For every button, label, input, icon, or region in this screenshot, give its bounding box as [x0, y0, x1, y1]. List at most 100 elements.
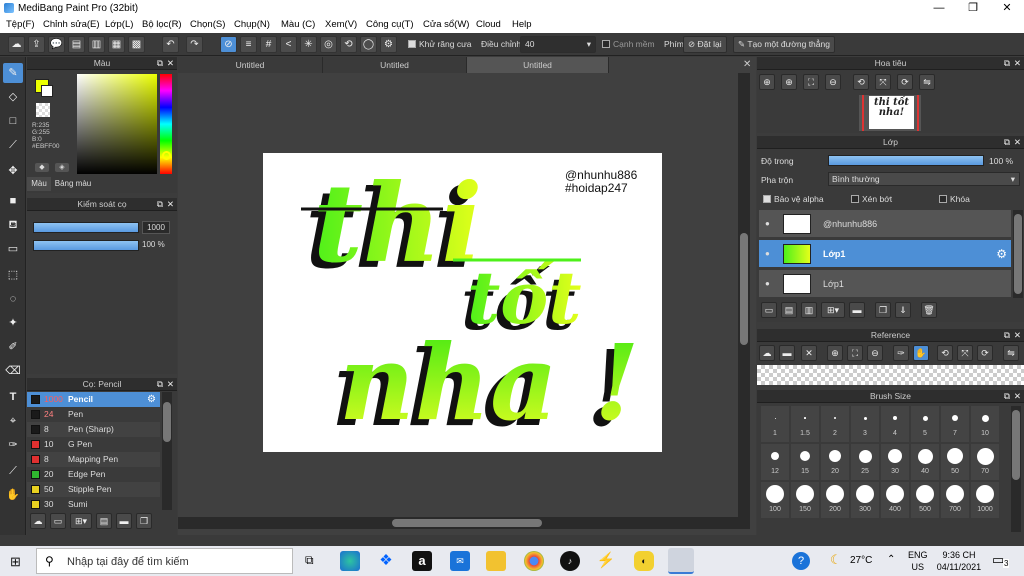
- brush-size-option[interactable]: 400: [881, 482, 909, 518]
- rectangle-tool-icon[interactable]: □: [3, 111, 23, 131]
- brush-size-option[interactable]: 2: [821, 406, 849, 442]
- menu-color[interactable]: Màu (C): [281, 19, 315, 30]
- new-layer-icon[interactable]: ▭: [761, 302, 777, 318]
- hand-icon[interactable]: ✋: [913, 345, 929, 361]
- ellipse-snap-icon[interactable]: ◯: [360, 36, 377, 53]
- reference-canvas[interactable]: [757, 365, 1024, 385]
- transparent-swatch[interactable]: [36, 103, 50, 117]
- fill-rect-tool-icon[interactable]: ■: [3, 191, 23, 211]
- close-icon[interactable]: ✕: [167, 198, 174, 211]
- grid-icon[interactable]: ▦: [108, 36, 125, 53]
- line-tool-icon[interactable]: ⟋: [3, 135, 23, 155]
- tab-untitled-1[interactable]: Untitled: [178, 57, 323, 73]
- close-icon[interactable]: ✕: [1014, 136, 1021, 149]
- brush-size-option[interactable]: 70: [971, 444, 999, 480]
- new-8bit-layer-icon[interactable]: ▥: [801, 302, 817, 318]
- blend-mode-select[interactable]: Bình thường ▾: [828, 172, 1020, 186]
- brush-size-option[interactable]: 30: [881, 444, 909, 480]
- weather-temp[interactable]: 27°C: [850, 555, 872, 566]
- taskbar-search-input[interactable]: ⚲ Nhập tại đây để tìm kiếm: [36, 548, 293, 574]
- move-tool-icon[interactable]: ✥: [3, 161, 23, 181]
- magic-wand-tool-icon[interactable]: ✦: [3, 313, 23, 333]
- app-yellow-icon[interactable]: ◐: [634, 551, 654, 571]
- tab-untitled-2[interactable]: Untitled: [323, 57, 467, 73]
- brush-size-option[interactable]: 1: [761, 406, 789, 442]
- brush-size-option[interactable]: 40: [911, 444, 939, 480]
- close-icon[interactable]: ✕: [1014, 329, 1021, 342]
- protect-alpha-checkbox[interactable]: Bảo vệ alpha: [763, 194, 824, 204]
- brush-size-option[interactable]: 50: [941, 444, 969, 480]
- saturation-value-picker[interactable]: [77, 74, 157, 174]
- select-pen-tool-icon[interactable]: ✐: [3, 337, 23, 357]
- tab-color[interactable]: Màu: [27, 177, 51, 191]
- brush-list-scrollbar[interactable]: [162, 392, 172, 510]
- brush-size-option[interactable]: 10: [971, 406, 999, 442]
- clipping-checkbox[interactable]: Xén bớt: [851, 194, 892, 204]
- new-brush-icon[interactable]: ▭: [50, 513, 66, 529]
- add-layer-menu-icon[interactable]: ⊞▾: [821, 302, 845, 318]
- brush-list-item[interactable]: 1000 Pencil ⚙: [27, 392, 160, 407]
- delete-layer-icon[interactable]: 🗑: [921, 302, 937, 318]
- menu-filter[interactable]: Bộ lọc(R): [142, 19, 182, 30]
- add-brush-icon[interactable]: ⊞▾: [70, 513, 92, 529]
- brush-list-item[interactable]: 24 Pen: [27, 407, 160, 422]
- brush-file-icon[interactable]: ▤: [96, 513, 112, 529]
- operation-tool-icon[interactable]: ⌖: [3, 411, 23, 431]
- close-reference-icon[interactable]: ✕: [801, 345, 817, 361]
- brush-list-item[interactable]: 30 Sumi: [27, 497, 160, 510]
- menu-view[interactable]: Xem(V): [325, 19, 357, 30]
- amazon-icon[interactable]: a: [412, 551, 432, 571]
- layer-row[interactable]: ● @nhunhu886: [759, 210, 1011, 238]
- brush-size-option[interactable]: 7: [941, 406, 969, 442]
- menu-window[interactable]: Cửa sổ(W): [423, 19, 469, 30]
- brush-opacity-slider[interactable]: [33, 240, 139, 251]
- comment-icon[interactable]: 💬: [48, 36, 65, 53]
- lasso-tool-icon[interactable]: ◌: [3, 289, 23, 309]
- rotate-fit-icon[interactable]: ⤧: [875, 74, 891, 90]
- language-indicator[interactable]: ENG US: [908, 549, 928, 573]
- minimize-button[interactable]: —: [922, 0, 956, 17]
- brush-size-value[interactable]: 1000: [142, 221, 170, 234]
- vanishing-snap-icon[interactable]: <: [280, 36, 297, 53]
- brush-size-option[interactable]: 5: [911, 406, 939, 442]
- close-button[interactable]: ✕: [990, 0, 1024, 17]
- new-halftone-layer-icon[interactable]: ▤: [781, 302, 797, 318]
- secondary-color-swatch[interactable]: [41, 85, 53, 97]
- brush-list-item[interactable]: 8 Mapping Pen: [27, 452, 160, 467]
- visibility-icon[interactable]: ●: [765, 270, 770, 298]
- brush-size-option[interactable]: 3: [851, 406, 879, 442]
- hue-handle[interactable]: [162, 151, 171, 160]
- brush-list-item[interactable]: 20 Edge Pen: [27, 467, 160, 482]
- add-color-icon[interactable]: ◆: [35, 163, 49, 172]
- curve-snap-icon[interactable]: ⟲: [340, 36, 357, 53]
- zoom-out-icon[interactable]: ⊖: [867, 345, 883, 361]
- layer-opacity-slider[interactable]: [828, 155, 984, 166]
- soft-edge-checkbox[interactable]: Cạnh mềm: [602, 39, 655, 49]
- merge-layer-icon[interactable]: ⇓: [895, 302, 911, 318]
- maximize-button[interactable]: ❐: [956, 0, 990, 17]
- cloud-icon[interactable]: ☁: [8, 36, 25, 53]
- medibang-taskbar-icon[interactable]: [668, 548, 694, 574]
- folder-icon[interactable]: ▬: [116, 513, 132, 529]
- artboard[interactable]: thi thi tốt tốt nha ! nha ! @nhunhu886 #…: [263, 153, 662, 452]
- menu-file[interactable]: Tệp(F): [6, 19, 35, 30]
- file-explorer-icon[interactable]: [486, 551, 506, 571]
- brush-size-option[interactable]: 700: [941, 482, 969, 518]
- brush-size-option[interactable]: 100: [761, 482, 789, 518]
- brush-size-option[interactable]: 25: [851, 444, 879, 480]
- mail-icon[interactable]: ✉: [450, 551, 470, 571]
- brush-size-option[interactable]: 4: [881, 406, 909, 442]
- message-icon[interactable]: ▤: [68, 36, 85, 53]
- eyedropper-icon[interactable]: ✑: [893, 345, 909, 361]
- canvas-horizontal-scrollbar[interactable]: [178, 517, 750, 529]
- brush-size-option[interactable]: 500: [911, 482, 939, 518]
- zoom-out-icon[interactable]: ⊕: [781, 74, 797, 90]
- share-icon[interactable]: ⇪: [28, 36, 45, 53]
- lock-checkbox[interactable]: Khóa: [939, 194, 970, 204]
- crosshatch-snap-icon[interactable]: #: [260, 36, 277, 53]
- flip-icon[interactable]: ⇋: [919, 74, 935, 90]
- navigator-preview[interactable]: thi tốt nha!: [859, 95, 921, 131]
- brush-size-option[interactable]: 1.5: [791, 406, 819, 442]
- flip-icon[interactable]: ⇋: [1003, 345, 1019, 361]
- open-reference-icon[interactable]: ▬: [779, 345, 795, 361]
